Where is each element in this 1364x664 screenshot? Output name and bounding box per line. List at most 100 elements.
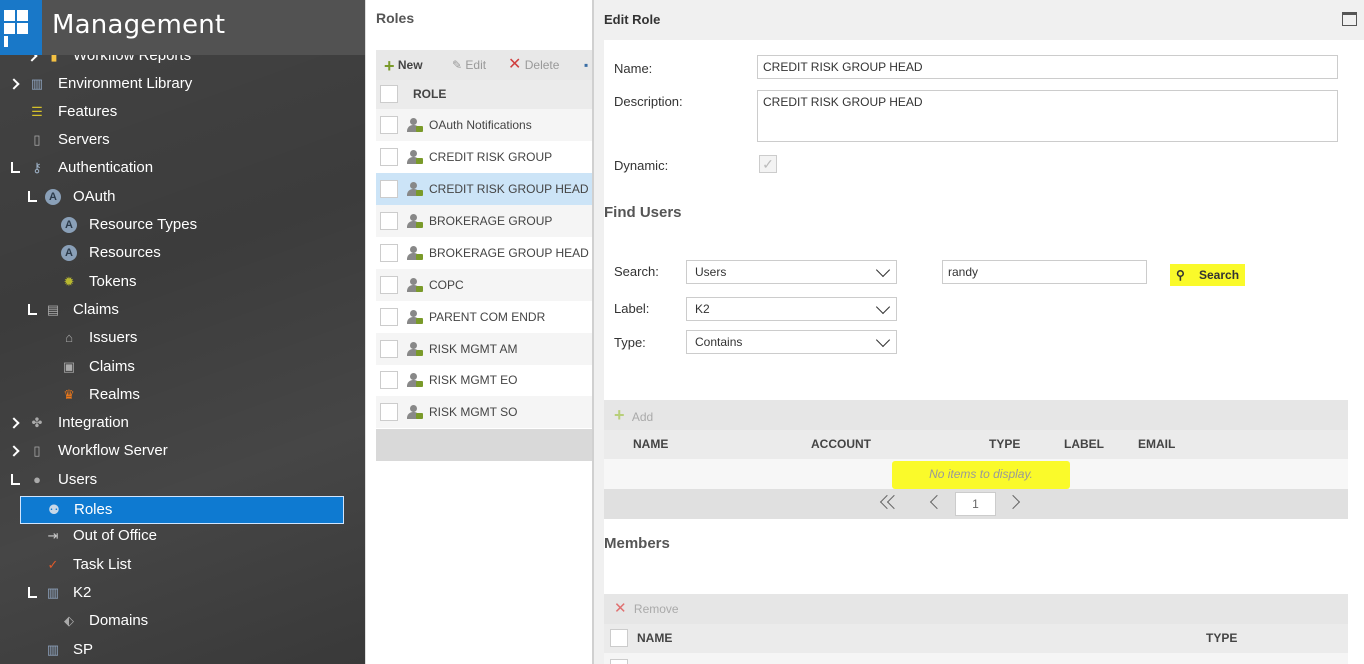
- row-checkbox[interactable]: [380, 180, 398, 198]
- prev-page-icon[interactable]: [929, 494, 945, 510]
- role-label: RISK MGMT SO: [429, 405, 518, 419]
- role-icon: [407, 310, 423, 325]
- label-select[interactable]: K2: [686, 297, 897, 321]
- edit-label: Edit: [465, 58, 487, 72]
- sidebar-item-label: Workflow Server: [58, 442, 168, 459]
- search-button[interactable]: ⚲ Search: [1170, 263, 1245, 287]
- sp-icon: ▥: [46, 642, 60, 657]
- role-row[interactable]: PARENT COM ENDR: [376, 301, 593, 333]
- role-row[interactable]: BROKERAGE GROUP: [376, 205, 593, 237]
- row-checkbox[interactable]: [380, 371, 398, 389]
- role-row[interactable]: RISK MGMT SO: [376, 396, 593, 428]
- sidebar-item-label: Claims: [73, 301, 119, 318]
- role-row[interactable]: OAuth Notifications: [376, 109, 593, 141]
- tasklist-icon: ✓: [47, 557, 59, 572]
- sidebar-item-resource-types[interactable]: A Resource Types: [0, 212, 365, 238]
- sidebar-item-claims[interactable]: ▣ Claims: [0, 354, 365, 380]
- sidebar-item-roles[interactable]: ⚉ Roles: [20, 496, 344, 524]
- sidebar-item-claims-group[interactable]: ▤ Claims: [0, 297, 365, 323]
- sidebar-item-users[interactable]: ● Users: [0, 467, 365, 493]
- sidebar-item-integration[interactable]: ✤ Integration: [0, 410, 365, 436]
- sidebar-item-domains[interactable]: ⬖ Domains: [0, 608, 365, 634]
- maximize-icon[interactable]: [1342, 12, 1357, 26]
- chevron-right-icon: [8, 445, 20, 457]
- edit-role-title: Edit Role: [604, 12, 661, 27]
- app-logo-icon[interactable]: [0, 0, 42, 55]
- new-role-button[interactable]: + New: [384, 50, 423, 80]
- sidebar-item-workflow-server[interactable]: ▯ Workflow Server: [0, 438, 365, 464]
- search-type-select[interactable]: Users: [686, 260, 897, 284]
- sidebar-item-sp[interactable]: ▥ SP: [0, 637, 365, 663]
- edit-role-header: Edit Role: [594, 0, 1364, 40]
- role-row[interactable]: COPC: [376, 269, 593, 301]
- next-page-icon[interactable]: [1005, 494, 1021, 510]
- role-row[interactable]: CREDIT RISK GROUP: [376, 141, 593, 173]
- sidebar-item-out-of-office[interactable]: ⇥ Out of Office: [0, 523, 365, 549]
- sidebar-item-environment-library[interactable]: ▥ Environment Library: [0, 71, 365, 97]
- sidebar-item-label: Domains: [89, 612, 149, 629]
- library-icon: ▥: [30, 76, 44, 91]
- app-header: Management: [0, 0, 365, 55]
- row-checkbox[interactable]: [380, 148, 398, 166]
- row-checkbox[interactable]: [380, 116, 398, 134]
- sidebar-item-label: Task List: [73, 556, 132, 573]
- role-row[interactable]: RISK MGMT AM: [376, 333, 593, 365]
- row-checkbox[interactable]: [380, 308, 398, 326]
- sidebar-item-realms[interactable]: ♛ Realms: [0, 382, 365, 408]
- chevron-down-icon: [875, 332, 891, 348]
- edit-role-button[interactable]: ✎ Edit: [452, 50, 486, 80]
- members-toolbar: ✕ Remove: [604, 594, 1348, 624]
- plus-icon: +: [384, 55, 395, 76]
- sidebar-item-label: OAuth: [73, 188, 116, 205]
- role-label: RISK MGMT AM: [429, 342, 518, 356]
- description-field[interactable]: CREDIT RISK GROUP HEAD: [757, 90, 1338, 142]
- sidebar-item-task-list[interactable]: ✓ Task List: [0, 552, 365, 578]
- members-select-all-checkbox[interactable]: [610, 629, 628, 647]
- issuer-icon: ⌂: [65, 330, 73, 345]
- type-select[interactable]: Contains: [686, 330, 897, 354]
- sidebar-item-authentication[interactable]: ⚷ Authentication: [0, 155, 365, 181]
- add-user-button[interactable]: + Add: [614, 400, 653, 432]
- sidebar-item-servers[interactable]: ▯ Servers: [0, 127, 365, 153]
- row-checkbox[interactable]: [380, 340, 398, 358]
- sidebar-item-k2[interactable]: ▥ K2: [0, 580, 365, 606]
- remove-label: Remove: [633, 602, 679, 616]
- save-icon[interactable]: ▪: [584, 50, 588, 80]
- edit-role-panel: Edit Role Name: CREDIT RISK GROUP HEAD D…: [592, 0, 1364, 664]
- sidebar-item-issuers[interactable]: ⌂ Issuers: [0, 325, 365, 351]
- role-row-selected[interactable]: CREDIT RISK GROUP HEAD: [376, 173, 593, 205]
- sidebar-item-label: Environment Library: [58, 75, 193, 92]
- role-row[interactable]: RISK MGMT EO: [376, 364, 593, 396]
- role-icon: [407, 150, 423, 165]
- column-header-account: ACCOUNT: [811, 437, 871, 451]
- delete-role-button[interactable]: ✕ Delete: [508, 50, 559, 80]
- sidebar-item-label: Tokens: [89, 273, 137, 290]
- sidebar-item-label: Resources: [89, 244, 161, 261]
- sidebar-item-features[interactable]: ☰ Features: [0, 99, 365, 125]
- features-icon: ☰: [31, 104, 43, 119]
- new-label: New: [397, 58, 423, 72]
- role-row[interactable]: BROKERAGE GROUP HEAD: [376, 237, 593, 269]
- roles-toolbar: + New ✎ Edit ✕ Delete ▪: [376, 50, 593, 80]
- sidebar-item-tokens[interactable]: ✹ Tokens: [0, 269, 365, 295]
- row-checkbox[interactable]: [380, 244, 398, 262]
- sidebar-item-label: K2: [73, 584, 92, 601]
- empty-message: No items to display.: [929, 467, 1033, 481]
- pencil-icon: ✎: [452, 58, 463, 72]
- sidebar-item-oauth[interactable]: A OAuth: [0, 184, 365, 210]
- page-number[interactable]: 1: [955, 492, 996, 516]
- row-checkbox[interactable]: [380, 212, 398, 230]
- roles-title: Roles: [376, 10, 415, 26]
- name-field[interactable]: CREDIT RISK GROUP HEAD: [757, 55, 1338, 79]
- remove-member-button[interactable]: ✕ Remove: [614, 594, 679, 624]
- row-checkbox[interactable]: [380, 403, 398, 421]
- chevron-right-icon: [8, 78, 20, 90]
- dynamic-checkbox[interactable]: ✓: [759, 155, 777, 173]
- select-all-checkbox[interactable]: [380, 85, 398, 103]
- row-checkbox[interactable]: [610, 659, 628, 664]
- claims-group-icon: ▤: [46, 302, 60, 317]
- search-input[interactable]: randy: [942, 260, 1147, 284]
- sidebar-item-label: Authentication: [58, 159, 154, 176]
- sidebar-item-resources[interactable]: A Resources: [0, 240, 365, 266]
- row-checkbox[interactable]: [380, 276, 398, 294]
